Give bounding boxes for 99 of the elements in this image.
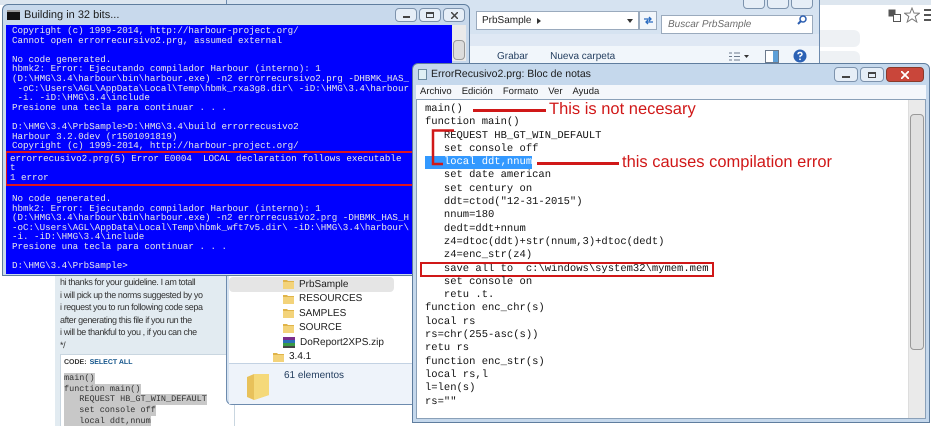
code-line: l=len(s): [425, 382, 476, 396]
console-line: -oC:\Users\AGL\AppData\Local\Temp\hbmk_wft7v5.dir\ -iD:\HMG\3.4\harbour\: [12, 222, 409, 232]
close-icon: [450, 12, 458, 18]
console-line: No code generated.: [12, 54, 112, 64]
code-line: set century on: [442, 182, 532, 196]
console-line: Harbour 3.2.0dev (r1501091819): [12, 132, 178, 142]
folder-icon: [283, 308, 294, 318]
annotation-text: this causes compilation error: [622, 156, 832, 170]
console-line: -i. -iD:\HMG\3.4\include: [12, 232, 144, 242]
maximize-icon: [868, 72, 876, 78]
code-line: z4=enc_str(z4): [442, 249, 532, 263]
search-icon: [797, 15, 807, 25]
tree-item[interactable]: DoReport2XPS.zip: [229, 335, 394, 350]
console-line: Presione una tecla para continuar . . .: [12, 242, 228, 252]
close-icon: [901, 70, 909, 78]
post-text: */: [60, 338, 66, 351]
console-line: Copyright (c) 1999-2014, http://harbour-project.org/: [12, 141, 299, 151]
code-line: retu rs: [425, 342, 470, 356]
search-field[interactable]: Buscar PrbSample: [661, 15, 813, 34]
dropdown-icon[interactable]: [627, 18, 633, 22]
refresh-button[interactable]: [639, 11, 657, 30]
code-line: nnum=180: [442, 209, 494, 223]
notepad-icon: [418, 69, 427, 80]
console-line: -i. -iD:\HMG\3.4\include: [18, 93, 150, 103]
menu-item[interactable]: Edición: [462, 84, 493, 100]
console-icon: [7, 10, 20, 20]
folder-icon: [283, 294, 294, 304]
post-text: i request you to run following code sepa: [60, 301, 204, 314]
post-text: after generating this file if you run the: [60, 314, 193, 326]
item-count: 61 elementos: [284, 369, 344, 383]
code-line: retu .t.: [442, 289, 494, 302]
code-line: function main(): [425, 116, 520, 130]
folder-icon: [273, 352, 284, 362]
view-list-icon[interactable]: [729, 52, 749, 61]
code-line: dedt=ddt+nnum: [442, 222, 526, 236]
code-line: function enc_str(s): [425, 356, 545, 369]
console-line: -oC:\Users\AGL\AppData\Local\Temp\hbmk_rxa3g8.dir\ -iD:\HMG\3.4\harbour: [18, 84, 409, 94]
menu-item[interactable]: Ayuda: [572, 84, 600, 100]
code-line: rs="": [425, 396, 457, 409]
console-line: hbmk2: Error: Ejecutando compilador Harbour (interno): 1: [12, 64, 321, 74]
toolbar-button[interactable]: Nueva carpeta: [550, 48, 616, 64]
tree-item[interactable]: RESOURCES: [229, 292, 394, 306]
console-line: 1 error: [10, 172, 49, 182]
code-line: set console off: [442, 142, 538, 156]
annotation-text: This is not necesary: [549, 103, 696, 117]
tree-item[interactable]: 3.4.1: [229, 350, 394, 364]
console-line: (D:\HMG\3.4\harbour\bin\harbour.exe) -n2 errorrecursivo2.prg -DHBMK_HAS_: [12, 74, 409, 84]
window-title: Building in 32 bits...: [24, 8, 120, 23]
toolbar-button[interactable]: Grabar: [497, 48, 528, 64]
code-line: local rs: [425, 316, 476, 329]
code-line: function enc_chr(s): [425, 302, 545, 316]
code-line: z4=dtoc(ddt)+str(nnum,3)+dtoc(dedt): [442, 236, 664, 249]
help-icon[interactable]: [793, 49, 807, 63]
menu-item[interactable]: Formato: [502, 84, 538, 100]
console-line: errorrecusivo2.prg(5) Error E0004 LOCAL declaration follows executable: [10, 154, 402, 164]
folder-icon: [283, 322, 294, 333]
window-title: ErrorRecusivo2.prg: Bloc de notas: [431, 66, 591, 82]
code-line: local rs,l: [425, 368, 488, 382]
menu-icon[interactable]: [924, 9, 931, 21]
preview-pane-icon[interactable]: [765, 50, 779, 63]
minimize-icon: [842, 76, 850, 78]
scrollbar-thumb[interactable]: [910, 114, 924, 350]
menu-item[interactable]: Ver: [548, 84, 562, 100]
code-line: ddt=ctod("12-31-2015"): [442, 196, 583, 210]
post-text: hi thanks for your guideline. I am totall: [60, 276, 196, 288]
tree-item[interactable]: SAMPLES: [229, 306, 394, 320]
scrollbar[interactable]: [452, 25, 466, 61]
scrollbar-thumb[interactable]: [453, 40, 465, 60]
console-line: D:\HMG\3.4\PrbSample>: [12, 261, 128, 271]
chevron-icon: [537, 18, 542, 24]
console-line: hbmk2: Error: Ejecutando compilador Harbour (interno): 1: [12, 204, 321, 214]
console-line: Copyright (c) 1999-2014, http://harbour-project.org/: [12, 26, 299, 36]
code-line: REQUEST HB_GT_WIN_DEFAULT: [442, 130, 602, 143]
folder-icon: [246, 373, 270, 401]
star-icon[interactable]: [904, 7, 920, 23]
console-line: No code generated.: [12, 194, 112, 204]
refresh-icon: [642, 16, 654, 25]
post-text: i will pick up the norms suggested by yo: [60, 288, 204, 301]
address-bar[interactable]: PrbSample: [476, 11, 639, 30]
post-text: i will be thankful to you , if you can che: [60, 326, 198, 338]
tree-item[interactable]: SOURCE: [229, 320, 394, 335]
code-line: set date american: [442, 169, 552, 183]
code-line: rs=chr(255-asc(s)): [425, 329, 538, 342]
menu-item[interactable]: Archivo: [420, 84, 452, 100]
code-line: set console on: [442, 276, 532, 290]
maximize-icon: [426, 12, 434, 18]
console-line: D:\HMG\3.4\PrbSample>D:\HMG\3.4\build errorrecusivo2: [12, 122, 299, 132]
archive-icon: [283, 336, 295, 348]
minimize-icon: [402, 16, 410, 18]
console-line: Cannot open errorrecursivo2.prg, assumed external: [12, 36, 282, 46]
console-line: t: [10, 163, 16, 173]
scrollbar[interactable]: [908, 100, 925, 418]
address-segment[interactable]: PrbSample: [482, 13, 532, 28]
folder-icon: [283, 279, 294, 290]
code-line: main(): [425, 103, 463, 116]
console-line: Presione una tecla para continuar . . .: [12, 102, 228, 112]
translate-icon[interactable]: [888, 9, 901, 22]
tree-item[interactable]: PrbSample: [229, 277, 394, 292]
console-line: (D:\HMG\3.4\harbour\bin\harbour.exe) -n2 errorrecusivo2.prg -DHBMK_HAS_H: [12, 213, 409, 223]
